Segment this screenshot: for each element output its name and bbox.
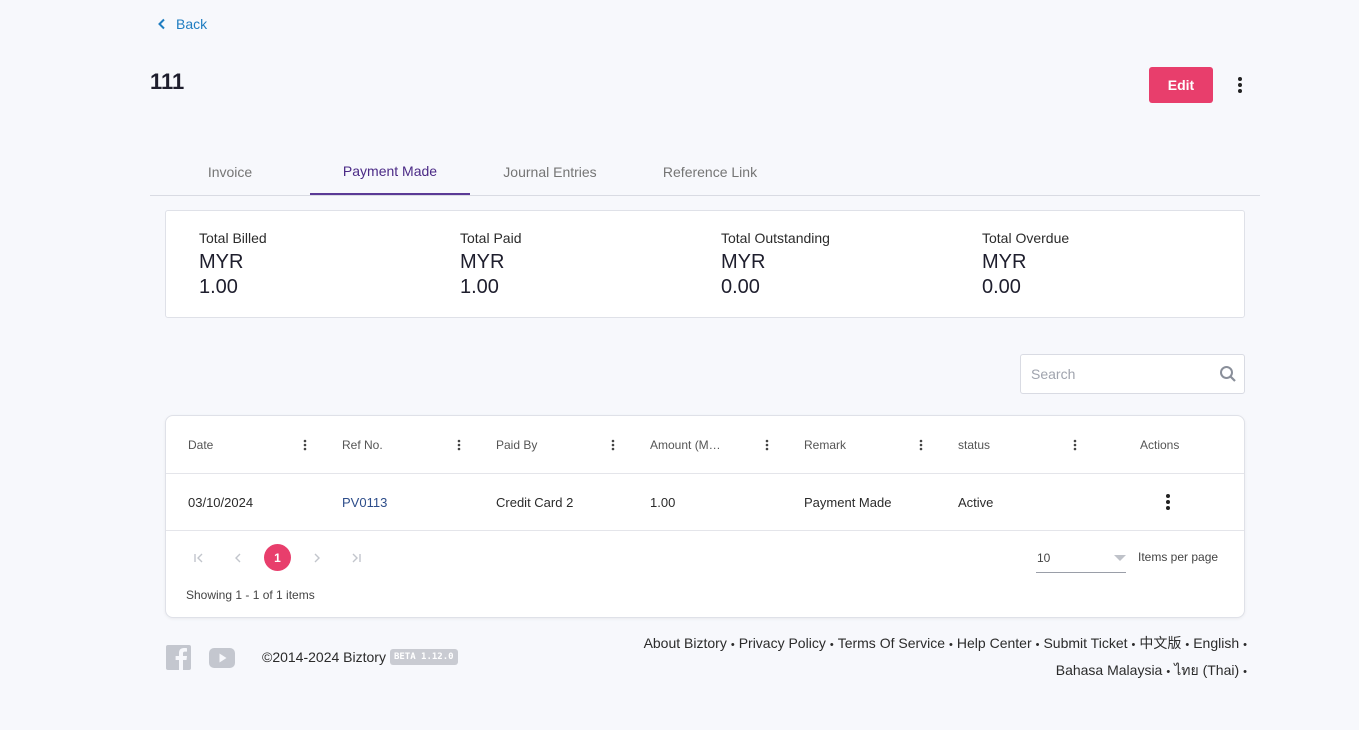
summary-label: Total Outstanding: [721, 230, 830, 246]
column-header-remark[interactable]: Remark: [804, 416, 846, 474]
summary-currency: MYR: [460, 251, 505, 273]
back-label: Back: [176, 16, 208, 32]
column-header-status[interactable]: status: [958, 416, 990, 474]
items-per-page-value: 10: [1037, 550, 1051, 565]
facebook-icon[interactable]: [166, 645, 191, 670]
prev-page-button[interactable]: [225, 545, 251, 571]
first-page-button[interactable]: [186, 545, 212, 571]
search-icon[interactable]: [1212, 365, 1244, 383]
youtube-icon[interactable]: [209, 647, 235, 668]
tab-reference-link[interactable]: Reference Link: [630, 148, 790, 195]
summary-label: Total Overdue: [982, 230, 1070, 246]
payments-grid: Date Ref No. Paid By Amount (M… Remark s…: [165, 415, 1245, 618]
last-page-button[interactable]: [343, 545, 369, 571]
summary-total-paid: Total Paid MYR 1.00: [460, 230, 521, 300]
chevron-left-icon: [235, 553, 241, 562]
summary-total-billed: Total Billed MYR 1.00: [199, 230, 267, 300]
page-number-button[interactable]: 1: [264, 544, 291, 571]
edit-button[interactable]: Edit: [1149, 67, 1213, 103]
tab-bar: Invoice Payment Made Journal Entries Ref…: [150, 148, 1260, 196]
column-menu-icon[interactable]: [1068, 438, 1082, 452]
footer-link-submit-ticket[interactable]: Submit Ticket: [1043, 635, 1127, 651]
summary-card: Total Billed MYR 1.00 Total Paid MYR 1.0…: [165, 210, 1245, 318]
summary-value: 1.00: [460, 276, 499, 298]
cell-amount: 1.00: [650, 495, 676, 510]
summary-total-overdue: Total Overdue MYR 0.00: [982, 230, 1069, 300]
cell-date: 03/10/2024: [188, 495, 254, 510]
items-per-page-label: Items per page: [1138, 550, 1219, 564]
more-vertical-icon: [1166, 494, 1170, 510]
footer-link-thai[interactable]: ไทย (Thai): [1174, 662, 1239, 678]
table-row: 03/10/2024 PV0113 Credit Card 2 1.00 Pay…: [166, 474, 1244, 531]
showing-summary: Showing 1 - 1 of 1 items: [186, 588, 315, 602]
footer-link-terms[interactable]: Terms Of Service: [838, 635, 945, 651]
first-page-icon: [194, 553, 203, 562]
summary-total-outstanding: Total Outstanding MYR 0.00: [721, 230, 830, 300]
footer-links: About Biztory • Privacy Policy • Terms Of Se…: [643, 635, 1247, 678]
summary-label: Total Paid: [460, 230, 522, 246]
column-menu-icon[interactable]: [914, 438, 928, 452]
cell-ref-link[interactable]: PV0113: [342, 474, 387, 531]
search-box: [1020, 354, 1245, 394]
column-header-amount[interactable]: Amount (M…: [650, 416, 721, 474]
items-per-page-select[interactable]: 10: [1036, 543, 1126, 573]
column-header-ref-no[interactable]: Ref No.: [342, 416, 383, 474]
summary-label: Total Billed: [199, 230, 267, 246]
chevron-left-icon: [158, 18, 165, 30]
column-menu-icon[interactable]: [606, 438, 620, 452]
social-links: [166, 645, 235, 670]
row-actions-button[interactable]: [1156, 490, 1180, 514]
summary-currency: MYR: [721, 251, 766, 273]
column-header-date[interactable]: Date: [188, 416, 213, 474]
next-page-button[interactable]: [304, 545, 330, 571]
version-badge: BETA 1.12.0: [389, 649, 458, 665]
summary-value: 1.00: [199, 276, 238, 298]
pagination: 1: [186, 544, 382, 571]
summary-value: 0.00: [721, 276, 760, 298]
tab-payment-made[interactable]: Payment Made: [310, 148, 470, 195]
search-input[interactable]: [1021, 355, 1212, 393]
footer-link-privacy[interactable]: Privacy Policy: [739, 635, 826, 651]
back-link[interactable]: Back: [156, 16, 207, 32]
more-options-button[interactable]: [1228, 73, 1252, 97]
footer-link-chinese[interactable]: 中文版: [1139, 635, 1181, 651]
more-vertical-icon: [1238, 77, 1242, 93]
caret-down-icon: [1114, 554, 1126, 561]
tab-invoice[interactable]: Invoice: [150, 148, 310, 195]
chevron-right-icon: [314, 553, 320, 562]
column-menu-icon[interactable]: [452, 438, 466, 452]
footer-link-help-center[interactable]: Help Center: [957, 635, 1032, 651]
cell-status: Active: [958, 495, 994, 510]
footer-link-about[interactable]: About Biztory: [644, 635, 727, 651]
last-page-icon: [352, 553, 361, 562]
column-menu-icon[interactable]: [760, 438, 774, 452]
footer-link-english[interactable]: English: [1193, 635, 1239, 651]
footer-link-malay[interactable]: Bahasa Malaysia: [1056, 662, 1163, 678]
copyright-text: ©2014-2024 Biztory: [262, 649, 386, 665]
page-title: 111: [150, 69, 185, 94]
summary-currency: MYR: [982, 251, 1027, 273]
cell-remark: Payment Made: [804, 495, 892, 510]
tab-journal-entries[interactable]: Journal Entries: [470, 148, 630, 195]
column-header-actions: Actions: [1140, 438, 1180, 452]
copyright: ©2014-2024 Biztory BETA 1.12.0: [262, 649, 458, 665]
summary-currency: MYR: [199, 251, 244, 273]
column-menu-icon[interactable]: [298, 438, 312, 452]
summary-value: 0.00: [982, 276, 1021, 298]
cell-paid-by: Credit Card 2: [496, 495, 574, 510]
column-header-paid-by[interactable]: Paid By: [496, 416, 537, 474]
grid-header: Date Ref No. Paid By Amount (M… Remark s…: [166, 416, 1244, 474]
